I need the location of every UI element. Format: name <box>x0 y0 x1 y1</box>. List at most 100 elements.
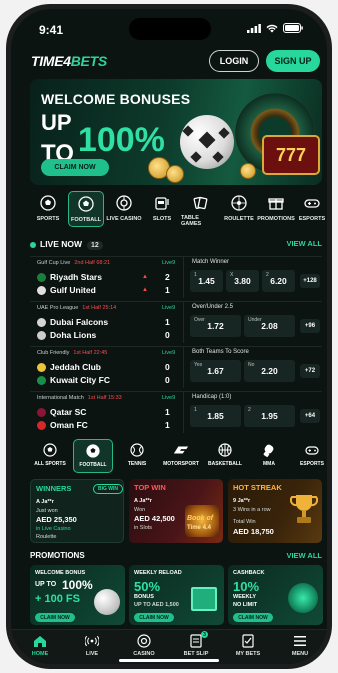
promo-claim-button[interactable]: CLAIM NOW <box>35 613 75 622</box>
tab-home[interactable]: HOME <box>15 634 65 662</box>
market-name: Handicap (1:0) <box>192 394 232 400</box>
league-name: International Match <box>37 395 84 401</box>
category-esports[interactable]: ESPORTS <box>295 191 327 227</box>
hero-claim-button[interactable]: CLAIM NOW <box>41 159 109 176</box>
login-button[interactable]: LOGIN <box>209 50 259 72</box>
home-team: Qatar SC <box>37 407 86 417</box>
live-count-badge: 12 <box>87 241 103 250</box>
odds-button[interactable]: 1 1.85 <box>190 405 241 427</box>
category-roulette[interactable]: ROULETTE <box>221 191 257 227</box>
gamepad-icon <box>304 199 320 208</box>
promo-card-reload[interactable]: WEEKLY RELOAD 50% BONUS UP TO AED 1,500 … <box>129 565 224 625</box>
tab-label: CASINO <box>133 651 155 657</box>
big-win-badge: BIG WIN <box>93 484 123 494</box>
tab-live[interactable]: LIVE <box>67 634 117 662</box>
category-label: PROMOTIONS <box>257 216 295 222</box>
sport-label: ALL SPORTS <box>34 461 66 467</box>
more-markets-button[interactable]: +72 <box>300 364 320 378</box>
team-badge-icon <box>37 317 46 327</box>
live-match-row[interactable]: International Match 1st Half 15:33 Live9 … <box>30 391 322 433</box>
category-promotions[interactable]: PROMOTIONS <box>257 191 295 227</box>
hero-line-1: WELCOME BONUSES <box>41 91 191 107</box>
category-sports[interactable]: SPORTS <box>30 191 66 227</box>
hot-streak-line: 3 Wins in a row <box>233 507 271 513</box>
away-score: 0 <box>165 375 170 385</box>
live-match-row[interactable]: UAE Pro League 1st Half 25:14 Live9 Dubai… <box>30 301 322 343</box>
sport-mma[interactable]: MMA <box>249 439 289 473</box>
tab-casino[interactable]: CASINO <box>119 634 169 662</box>
gold-coin-image <box>240 163 256 179</box>
more-markets-button[interactable]: +64 <box>300 409 320 423</box>
category-table-games[interactable]: TABLE GAMES <box>181 191 219 227</box>
tab-menu[interactable]: MENU <box>275 634 325 662</box>
odds-button[interactable]: Yes 1.67 <box>190 360 241 382</box>
away-score: 0 <box>165 330 170 340</box>
odds-button[interactable]: 1 1.45 <box>190 270 223 292</box>
team-badge-icon <box>37 362 46 372</box>
tab-bet-slip[interactable]: 3 BET SLIP <box>171 631 221 662</box>
team-badge-icon <box>37 407 46 417</box>
odds-button[interactable]: Over 1.72 <box>190 315 241 337</box>
category-slots[interactable]: SLOTS <box>144 191 180 227</box>
home-score: 0 <box>165 362 170 372</box>
category-label: FOOTBALL <box>71 217 101 223</box>
brand-logo[interactable]: TIME4BETS <box>31 53 107 69</box>
sport-esports[interactable]: ESPORTS <box>292 439 327 473</box>
category-label: ESPORTS <box>298 216 326 222</box>
winners-panel[interactable]: WINNERS BIG WIN A Ja**r Just won AED 25,… <box>30 479 124 543</box>
odds-button[interactable]: 2 1.95 <box>244 405 295 427</box>
sports-filter-bar: ALL SPORTS FOOTBALL TENNIS MOTORSPORT BA… <box>30 439 324 473</box>
sport-football[interactable]: FOOTBALL <box>73 439 113 473</box>
promo-card-cashback[interactable]: CASHBACK 10% WEEKLY NO LIMIT CLAIM NOW <box>228 565 323 625</box>
winner-amount: AED 25,350 <box>36 515 77 524</box>
logo-text-b: BETS <box>70 53 107 69</box>
live-now-title: LIVE NOW <box>40 239 83 249</box>
match-period: 1st Half 22:45 <box>73 350 108 356</box>
top-win-title: TOP WIN <box>134 483 166 492</box>
live-view-all-link[interactable]: VIEW ALL <box>286 239 322 248</box>
trend-up-icon: ▲ <box>142 287 148 293</box>
sport-basketball[interactable]: BASKETBALL <box>205 439 245 473</box>
odds-button[interactable]: X 3.80 <box>226 270 259 292</box>
promo-line: UP TO <box>35 581 57 588</box>
live-tag: Live9 <box>162 305 176 311</box>
category-label: ROULETTE <box>224 216 254 222</box>
category-football[interactable]: FOOTBALL <box>68 191 104 227</box>
away-team-name: Gulf United <box>50 285 96 295</box>
tab-my-bets[interactable]: MY BETS <box>223 634 273 662</box>
sport-all-sports[interactable]: ALL SPORTS <box>30 439 70 473</box>
trend-up-icon: ▲ <box>142 274 148 280</box>
home-team-name: Riyadh Stars <box>50 272 102 282</box>
hot-streak-panel[interactable]: HOT STREAK 9 Ja**r 3 Wins in a row Total… <box>228 479 322 543</box>
more-markets-button[interactable]: +128 <box>300 274 320 288</box>
odds-button[interactable]: Under 2.08 <box>244 315 295 337</box>
football-icon <box>78 196 94 212</box>
odds-button[interactable]: No 2.20 <box>244 360 295 382</box>
grid-icon <box>43 443 57 457</box>
tab-label: MY BETS <box>235 651 261 657</box>
signup-button[interactable]: SIGN UP <box>266 50 320 72</box>
live-match-row[interactable]: Club Friendly 1st Half 22:45 Live9 Jeddah… <box>30 346 322 388</box>
slot-machine-image: 777 <box>262 135 320 175</box>
tab-label: HOME <box>31 651 49 657</box>
category-live-casino[interactable]: LIVE CASINO <box>106 191 142 227</box>
top-win-panel[interactable]: TOP WIN A Ja**r Won AED 42,500 in Slots … <box>129 479 223 543</box>
promotions-view-all-link[interactable]: VIEW ALL <box>286 551 322 560</box>
away-score: 1 <box>165 420 170 430</box>
sport-tennis[interactable]: TENNIS <box>117 439 157 473</box>
odds-button[interactable]: 2 6.20 <box>262 270 295 292</box>
league-name: Club Friendly <box>37 350 70 356</box>
hot-streak-user: 9 Ja**r <box>233 498 251 504</box>
live-match-row[interactable]: Gulf Cup Live 2nd Half 68:21 Live9 Riyadh… <box>30 256 322 298</box>
welcome-bonus-banner[interactable]: 777 WELCOME BONUSES UP TO 100% CLAIM NOW <box>30 79 322 185</box>
promo-claim-button[interactable]: CLAIM NOW <box>134 613 174 622</box>
sport-label: FOOTBALL <box>79 462 107 468</box>
home-score: 1 <box>165 407 170 417</box>
more-markets-button[interactable]: +96 <box>300 319 320 333</box>
sport-motorsport[interactable]: MOTORSPORT <box>161 439 201 473</box>
promo-claim-button[interactable]: CLAIM NOW <box>233 613 273 622</box>
promotions-header: PROMOTIONS VIEW ALL <box>30 551 322 563</box>
category-label: SPORTS <box>36 216 60 222</box>
promo-card-welcome[interactable]: WELCOME BONUS UP TO 100% + 100 FS CLAIM … <box>30 565 125 625</box>
gamepad-icon <box>305 446 319 455</box>
